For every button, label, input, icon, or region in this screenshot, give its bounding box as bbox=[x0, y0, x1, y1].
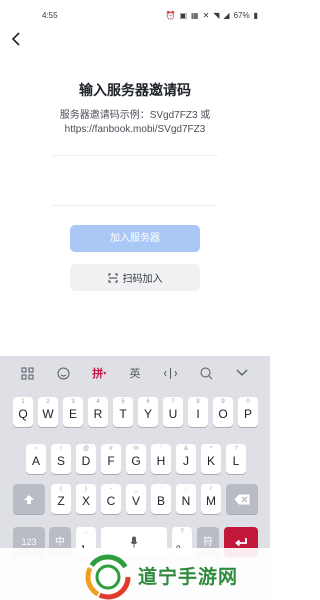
english-mode[interactable]: 英 bbox=[124, 362, 146, 384]
key-n[interactable]: ; N bbox=[176, 484, 196, 514]
collapse-icon[interactable] bbox=[231, 362, 253, 384]
battery-text: 67% bbox=[233, 10, 250, 20]
key-z[interactable]: (Z bbox=[51, 484, 71, 514]
key-p[interactable]: 0P bbox=[238, 397, 258, 427]
key-x[interactable]: ) X bbox=[76, 484, 96, 514]
shift-key[interactable] bbox=[13, 484, 45, 514]
key-m[interactable]: / M bbox=[201, 484, 221, 514]
key-v[interactable]: _ V bbox=[126, 484, 146, 514]
input-divider-bottom bbox=[52, 205, 218, 206]
key-f[interactable]: # F bbox=[101, 444, 121, 474]
key-a[interactable]: ~ A bbox=[26, 444, 46, 474]
watermark-text: 道宁手游网 bbox=[138, 567, 239, 588]
enter-icon bbox=[235, 538, 247, 547]
invite-code-hint: 服务器邀请码示例：SVgd7FZ3 或 https://fanbook.mobi… bbox=[0, 109, 270, 137]
key-i[interactable]: 8I bbox=[188, 397, 208, 427]
backspace-key[interactable] bbox=[226, 484, 258, 514]
status-bar: 4:55 ⏰ ▣ ▦ ✕ ◥ ◢ 67% ▮ bbox=[0, 0, 270, 30]
microphone-icon bbox=[130, 536, 138, 548]
hint-line-1: 服务器邀请码示例：SVgd7FZ3 或 bbox=[59, 110, 211, 121]
scan-join-label: 扫码加入 bbox=[122, 274, 163, 285]
wifi-icon: ◥ bbox=[213, 10, 220, 20]
shift-icon bbox=[24, 495, 34, 504]
mute-icon: ✕ bbox=[202, 10, 210, 20]
key-o[interactable]: 9O bbox=[213, 397, 233, 427]
key-c[interactable]: -C bbox=[101, 484, 121, 514]
cursor-icon[interactable] bbox=[160, 362, 182, 384]
status-time: 4:55 bbox=[42, 10, 58, 20]
backspace-icon bbox=[234, 494, 250, 505]
key-h[interactable]: ' H bbox=[151, 444, 171, 474]
key-r[interactable]: 4R bbox=[88, 397, 108, 427]
alarm-icon: ⏰ bbox=[165, 10, 176, 20]
hint-line-2: https://fanbook.mobi/SVgd7FZ3 bbox=[64, 124, 206, 135]
key-t[interactable]: 5T bbox=[113, 397, 133, 427]
grid-icon[interactable] bbox=[17, 362, 39, 384]
scan-icon bbox=[108, 273, 117, 282]
status-icons: ⏰ ▣ ▦ ✕ ◥ ◢ 67% ▮ bbox=[165, 11, 258, 20]
key-k[interactable]: * K bbox=[201, 444, 221, 474]
emoji-icon[interactable] bbox=[53, 362, 75, 384]
key-l[interactable]: ? L bbox=[226, 444, 246, 474]
key-s[interactable]: ! S bbox=[51, 444, 71, 474]
key-d[interactable]: @ D bbox=[76, 444, 96, 474]
chevron-left-icon bbox=[11, 32, 20, 46]
key-e[interactable]: 3E bbox=[63, 397, 83, 427]
key-q[interactable]: 1Q bbox=[13, 397, 33, 427]
page-title: 输入服务器邀请码 bbox=[79, 82, 191, 98]
join-server-button[interactable]: 加入服务器 bbox=[70, 225, 200, 252]
key-u[interactable]: 7U bbox=[163, 397, 183, 427]
pinyin-mode[interactable]: 拼 ▾ bbox=[88, 362, 110, 384]
watermark-logo bbox=[85, 554, 131, 600]
key-b[interactable]: :B bbox=[151, 484, 171, 514]
scan-join-button[interactable]: 扫码加入 bbox=[70, 264, 200, 291]
search-icon[interactable] bbox=[195, 362, 217, 384]
back-button[interactable] bbox=[8, 32, 24, 50]
battery-icon: ▮ bbox=[253, 10, 258, 20]
key-w[interactable]: 2W bbox=[38, 397, 58, 427]
keyboard-toolbar: 拼 ▾ 英 bbox=[0, 356, 270, 390]
signal-icon: ◢ bbox=[223, 10, 230, 20]
key-j[interactable]: & J bbox=[176, 444, 196, 474]
invite-code-input[interactable] bbox=[52, 152, 218, 204]
key-g[interactable]: % G bbox=[126, 444, 146, 474]
notification-icon: ▣ bbox=[179, 10, 187, 20]
key-y[interactable]: 6Y bbox=[138, 397, 158, 427]
nfc-icon: ▦ bbox=[191, 10, 199, 20]
